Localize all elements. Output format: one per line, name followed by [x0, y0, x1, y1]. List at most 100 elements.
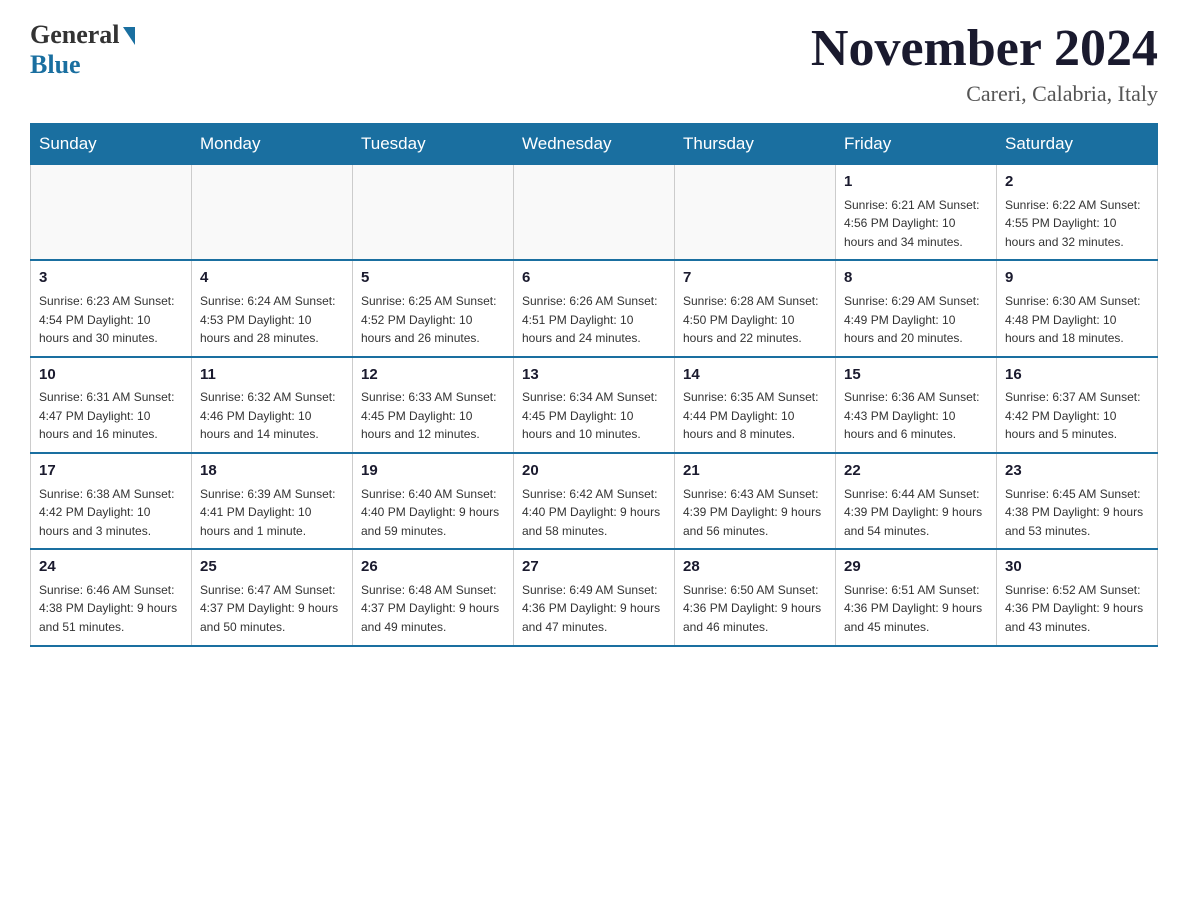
logo-blue-text: Blue — [30, 50, 135, 80]
day-cell: 24Sunrise: 6:46 AM Sunset: 4:38 PM Dayli… — [31, 549, 192, 645]
day-cell: 10Sunrise: 6:31 AM Sunset: 4:47 PM Dayli… — [31, 357, 192, 453]
day-info: Sunrise: 6:36 AM Sunset: 4:43 PM Dayligh… — [844, 388, 988, 444]
day-number: 18 — [200, 460, 344, 483]
day-number: 24 — [39, 556, 183, 579]
day-cell: 18Sunrise: 6:39 AM Sunset: 4:41 PM Dayli… — [192, 453, 353, 549]
day-cell: 17Sunrise: 6:38 AM Sunset: 4:42 PM Dayli… — [31, 453, 192, 549]
day-cell — [192, 165, 353, 261]
day-info: Sunrise: 6:42 AM Sunset: 4:40 PM Dayligh… — [522, 485, 666, 541]
day-info: Sunrise: 6:50 AM Sunset: 4:36 PM Dayligh… — [683, 581, 827, 637]
header-cell-monday: Monday — [192, 124, 353, 165]
day-cell: 6Sunrise: 6:26 AM Sunset: 4:51 PM Daylig… — [514, 260, 675, 356]
day-cell: 7Sunrise: 6:28 AM Sunset: 4:50 PM Daylig… — [675, 260, 836, 356]
day-info: Sunrise: 6:34 AM Sunset: 4:45 PM Dayligh… — [522, 388, 666, 444]
day-info: Sunrise: 6:26 AM Sunset: 4:51 PM Dayligh… — [522, 292, 666, 348]
day-cell: 20Sunrise: 6:42 AM Sunset: 4:40 PM Dayli… — [514, 453, 675, 549]
header-cell-friday: Friday — [836, 124, 997, 165]
week-row-1: 1Sunrise: 6:21 AM Sunset: 4:56 PM Daylig… — [31, 165, 1158, 261]
day-info: Sunrise: 6:29 AM Sunset: 4:49 PM Dayligh… — [844, 292, 988, 348]
day-number: 29 — [844, 556, 988, 579]
day-info: Sunrise: 6:22 AM Sunset: 4:55 PM Dayligh… — [1005, 196, 1149, 252]
day-info: Sunrise: 6:40 AM Sunset: 4:40 PM Dayligh… — [361, 485, 505, 541]
day-number: 9 — [1005, 267, 1149, 290]
day-cell — [31, 165, 192, 261]
day-number: 13 — [522, 364, 666, 387]
day-number: 10 — [39, 364, 183, 387]
title-section: November 2024 Careri, Calabria, Italy — [811, 20, 1158, 107]
header-cell-saturday: Saturday — [997, 124, 1158, 165]
logo: General Blue — [30, 20, 135, 80]
day-number: 15 — [844, 364, 988, 387]
month-title: November 2024 — [811, 20, 1158, 77]
week-row-3: 10Sunrise: 6:31 AM Sunset: 4:47 PM Dayli… — [31, 357, 1158, 453]
day-number: 3 — [39, 267, 183, 290]
day-cell: 28Sunrise: 6:50 AM Sunset: 4:36 PM Dayli… — [675, 549, 836, 645]
day-info: Sunrise: 6:43 AM Sunset: 4:39 PM Dayligh… — [683, 485, 827, 541]
day-cell: 5Sunrise: 6:25 AM Sunset: 4:52 PM Daylig… — [353, 260, 514, 356]
day-cell: 19Sunrise: 6:40 AM Sunset: 4:40 PM Dayli… — [353, 453, 514, 549]
logo-general-text: General — [30, 20, 120, 50]
header-cell-tuesday: Tuesday — [353, 124, 514, 165]
day-number: 5 — [361, 267, 505, 290]
day-info: Sunrise: 6:25 AM Sunset: 4:52 PM Dayligh… — [361, 292, 505, 348]
day-cell: 13Sunrise: 6:34 AM Sunset: 4:45 PM Dayli… — [514, 357, 675, 453]
day-number: 28 — [683, 556, 827, 579]
day-cell: 12Sunrise: 6:33 AM Sunset: 4:45 PM Dayli… — [353, 357, 514, 453]
day-info: Sunrise: 6:46 AM Sunset: 4:38 PM Dayligh… — [39, 581, 183, 637]
day-number: 22 — [844, 460, 988, 483]
day-cell: 1Sunrise: 6:21 AM Sunset: 4:56 PM Daylig… — [836, 165, 997, 261]
header-cell-thursday: Thursday — [675, 124, 836, 165]
day-cell: 23Sunrise: 6:45 AM Sunset: 4:38 PM Dayli… — [997, 453, 1158, 549]
day-number: 1 — [844, 171, 988, 194]
day-cell: 11Sunrise: 6:32 AM Sunset: 4:46 PM Dayli… — [192, 357, 353, 453]
day-number: 6 — [522, 267, 666, 290]
day-cell: 16Sunrise: 6:37 AM Sunset: 4:42 PM Dayli… — [997, 357, 1158, 453]
logo-arrow-icon — [123, 27, 135, 45]
header-cell-sunday: Sunday — [31, 124, 192, 165]
day-info: Sunrise: 6:28 AM Sunset: 4:50 PM Dayligh… — [683, 292, 827, 348]
day-info: Sunrise: 6:45 AM Sunset: 4:38 PM Dayligh… — [1005, 485, 1149, 541]
day-info: Sunrise: 6:24 AM Sunset: 4:53 PM Dayligh… — [200, 292, 344, 348]
day-cell: 25Sunrise: 6:47 AM Sunset: 4:37 PM Dayli… — [192, 549, 353, 645]
day-cell: 22Sunrise: 6:44 AM Sunset: 4:39 PM Dayli… — [836, 453, 997, 549]
day-number: 16 — [1005, 364, 1149, 387]
location-subtitle: Careri, Calabria, Italy — [811, 81, 1158, 107]
day-cell: 8Sunrise: 6:29 AM Sunset: 4:49 PM Daylig… — [836, 260, 997, 356]
day-info: Sunrise: 6:31 AM Sunset: 4:47 PM Dayligh… — [39, 388, 183, 444]
day-info: Sunrise: 6:33 AM Sunset: 4:45 PM Dayligh… — [361, 388, 505, 444]
day-cell: 21Sunrise: 6:43 AM Sunset: 4:39 PM Dayli… — [675, 453, 836, 549]
day-number: 23 — [1005, 460, 1149, 483]
day-number: 11 — [200, 364, 344, 387]
day-cell — [353, 165, 514, 261]
day-number: 2 — [1005, 171, 1149, 194]
day-info: Sunrise: 6:49 AM Sunset: 4:36 PM Dayligh… — [522, 581, 666, 637]
day-number: 12 — [361, 364, 505, 387]
calendar-body: 1Sunrise: 6:21 AM Sunset: 4:56 PM Daylig… — [31, 165, 1158, 646]
day-cell: 26Sunrise: 6:48 AM Sunset: 4:37 PM Dayli… — [353, 549, 514, 645]
day-number: 27 — [522, 556, 666, 579]
day-cell: 29Sunrise: 6:51 AM Sunset: 4:36 PM Dayli… — [836, 549, 997, 645]
day-info: Sunrise: 6:39 AM Sunset: 4:41 PM Dayligh… — [200, 485, 344, 541]
week-row-5: 24Sunrise: 6:46 AM Sunset: 4:38 PM Dayli… — [31, 549, 1158, 645]
day-number: 26 — [361, 556, 505, 579]
day-cell: 3Sunrise: 6:23 AM Sunset: 4:54 PM Daylig… — [31, 260, 192, 356]
day-number: 19 — [361, 460, 505, 483]
day-cell — [675, 165, 836, 261]
calendar-header: SundayMondayTuesdayWednesdayThursdayFrid… — [31, 124, 1158, 165]
day-info: Sunrise: 6:23 AM Sunset: 4:54 PM Dayligh… — [39, 292, 183, 348]
day-number: 8 — [844, 267, 988, 290]
day-cell: 15Sunrise: 6:36 AM Sunset: 4:43 PM Dayli… — [836, 357, 997, 453]
day-cell: 2Sunrise: 6:22 AM Sunset: 4:55 PM Daylig… — [997, 165, 1158, 261]
day-info: Sunrise: 6:52 AM Sunset: 4:36 PM Dayligh… — [1005, 581, 1149, 637]
day-info: Sunrise: 6:30 AM Sunset: 4:48 PM Dayligh… — [1005, 292, 1149, 348]
day-cell: 9Sunrise: 6:30 AM Sunset: 4:48 PM Daylig… — [997, 260, 1158, 356]
day-info: Sunrise: 6:37 AM Sunset: 4:42 PM Dayligh… — [1005, 388, 1149, 444]
page-header: General Blue November 2024 Careri, Calab… — [30, 20, 1158, 107]
day-cell: 4Sunrise: 6:24 AM Sunset: 4:53 PM Daylig… — [192, 260, 353, 356]
day-cell: 30Sunrise: 6:52 AM Sunset: 4:36 PM Dayli… — [997, 549, 1158, 645]
header-cell-wednesday: Wednesday — [514, 124, 675, 165]
day-info: Sunrise: 6:48 AM Sunset: 4:37 PM Dayligh… — [361, 581, 505, 637]
week-row-2: 3Sunrise: 6:23 AM Sunset: 4:54 PM Daylig… — [31, 260, 1158, 356]
day-number: 4 — [200, 267, 344, 290]
day-info: Sunrise: 6:21 AM Sunset: 4:56 PM Dayligh… — [844, 196, 988, 252]
